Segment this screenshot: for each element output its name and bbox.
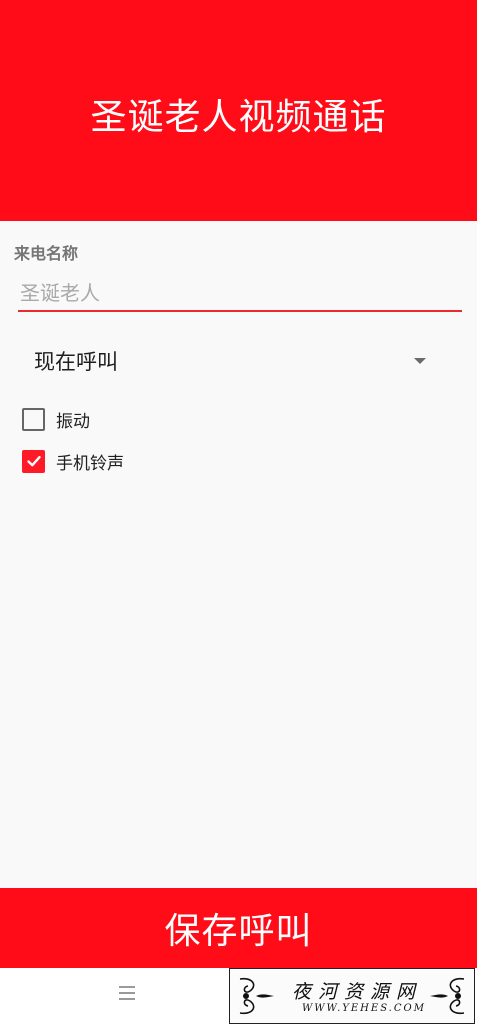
menu-icon[interactable]: [119, 986, 135, 1000]
save-call-button[interactable]: 保存呼叫: [0, 888, 477, 968]
caller-name-label: 来电名称: [14, 244, 79, 263]
call-time-selected: 现在呼叫: [34, 350, 118, 374]
vibrate-checkbox[interactable]: [22, 407, 45, 431]
page-title: 圣诞老人视频通话: [90, 96, 387, 138]
watermark-url: WWW.YEHES.COM: [302, 1003, 426, 1014]
ringtone-checkbox[interactable]: [22, 449, 45, 473]
app-header: 圣诞老人视频通话: [0, 0, 477, 221]
dropdown-arrow-icon: [414, 358, 426, 364]
ringtone-label: 手机铃声: [56, 453, 124, 474]
vibrate-option[interactable]: 振动: [22, 404, 90, 434]
call-time-dropdown[interactable]: 现在呼叫: [18, 338, 440, 384]
flourish-right-icon: [430, 977, 465, 1015]
watermark: 夜河资源网 WWW.YEHES.COM: [229, 968, 475, 1024]
watermark-text: 夜河资源网: [292, 981, 423, 1003]
caller-name-input[interactable]: [18, 276, 462, 312]
check-icon: [26, 456, 41, 467]
ringtone-option[interactable]: 手机铃声: [22, 446, 124, 476]
flourish-left-icon: [239, 977, 274, 1015]
vibrate-label: 振动: [56, 411, 90, 432]
